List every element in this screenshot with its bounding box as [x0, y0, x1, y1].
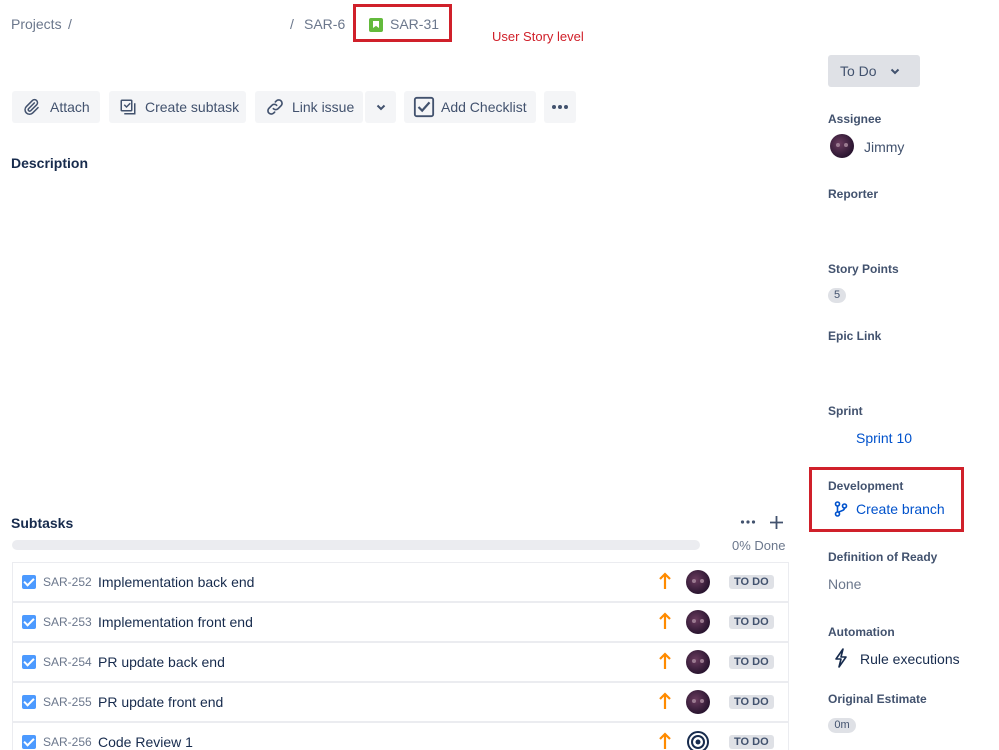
unassigned-avatar-icon[interactable]: [686, 730, 710, 750]
assignee-label: Assignee: [828, 112, 882, 126]
priority-high-icon: [659, 572, 671, 589]
story-points-label: Story Points: [828, 262, 899, 276]
subtask-assignee-avatar[interactable]: [686, 690, 710, 714]
subtask-summary[interactable]: Code Review 1: [98, 734, 193, 750]
description-heading: Description: [11, 155, 89, 171]
rule-executions-link[interactable]: Rule executions: [860, 651, 960, 667]
epic-link-label: Epic Link: [828, 329, 882, 343]
add-checklist-label: Add Checklist: [441, 99, 527, 115]
assignee-name[interactable]: Jimmy: [864, 139, 904, 155]
chevron-down-icon: [890, 68, 899, 75]
subtask-row[interactable]: SAR-254 PR update back end TO DO: [12, 642, 789, 682]
add-subtask-icon[interactable]: [769, 515, 784, 530]
link-issue-dropdown-button[interactable]: [365, 91, 396, 123]
definition-of-ready-label: Definition of Ready: [828, 550, 938, 564]
subtask-key[interactable]: SAR-252: [43, 575, 92, 589]
add-checklist-button[interactable]: Add Checklist: [404, 91, 536, 123]
subtask-key[interactable]: SAR-256: [43, 735, 92, 749]
create-subtask-button[interactable]: Create subtask: [109, 91, 246, 123]
subtask-status-badge[interactable]: TO DO: [729, 575, 774, 589]
story-icon: [369, 17, 383, 33]
sprint-value-link[interactable]: Sprint 10: [856, 430, 912, 446]
annotation-user-story-level: User Story level: [492, 29, 584, 44]
priority-high-icon: [659, 612, 671, 629]
attach-button[interactable]: Attach: [12, 91, 100, 123]
breadcrumb-parent-issue[interactable]: SAR-6: [304, 16, 345, 32]
automation-label: Automation: [828, 625, 895, 639]
subtask-row[interactable]: SAR-252 Implementation back end TO DO: [12, 562, 789, 602]
subtasks-progress-label: 0% Done: [732, 538, 786, 553]
subtask-type-icon: [22, 615, 36, 629]
subtasks-heading: Subtasks: [11, 515, 74, 531]
more-icon: [552, 105, 568, 109]
status-dropdown-button[interactable]: To Do: [828, 55, 920, 87]
create-subtask-label: Create subtask: [145, 99, 240, 115]
original-estimate-value[interactable]: 0m: [828, 718, 856, 733]
breadcrumb-projects[interactable]: Projects: [11, 16, 62, 32]
definition-of-ready-value[interactable]: None: [828, 576, 861, 592]
status-label: To Do: [840, 63, 877, 79]
subtask-row[interactable]: SAR-255 PR update front end TO DO: [12, 682, 789, 722]
subtask-summary[interactable]: Implementation front end: [98, 614, 253, 630]
reporter-label: Reporter: [828, 187, 879, 201]
sprint-label: Sprint: [828, 404, 863, 418]
link-issue-label: Link issue: [292, 99, 355, 115]
subtask-type-icon: [22, 695, 36, 709]
priority-high-icon: [659, 692, 671, 709]
subtask-status-badge[interactable]: TO DO: [729, 655, 774, 669]
more-icon[interactable]: [740, 519, 756, 525]
checklist-icon: [413, 96, 435, 118]
more-actions-button[interactable]: [544, 91, 576, 123]
subtask-summary[interactable]: PR update back end: [98, 654, 225, 670]
subtask-type-icon: [22, 735, 36, 749]
create-branch-link[interactable]: Create branch: [856, 501, 945, 517]
subtask-summary[interactable]: PR update front end: [98, 694, 223, 710]
subtask-key[interactable]: SAR-254: [43, 655, 92, 669]
priority-high-icon: [659, 652, 671, 669]
subtask-type-icon: [22, 655, 36, 669]
subtask-assignee-avatar[interactable]: [686, 610, 710, 634]
priority-high-icon: [659, 732, 671, 749]
description-field[interactable]: [11, 180, 791, 480]
subtask-key[interactable]: SAR-253: [43, 615, 92, 629]
subtask-icon: [120, 99, 136, 115]
attach-label: Attach: [50, 99, 90, 115]
lightning-bolt-icon: [835, 648, 847, 668]
assignee-avatar[interactable]: [830, 134, 854, 158]
subtask-status-badge[interactable]: TO DO: [729, 695, 774, 709]
link-issue-button[interactable]: Link issue: [255, 91, 363, 123]
subtask-status-badge[interactable]: TO DO: [729, 615, 774, 629]
subtask-key[interactable]: SAR-255: [43, 695, 92, 709]
subtask-type-icon: [22, 575, 36, 589]
subtask-summary[interactable]: Implementation back end: [98, 574, 254, 590]
breadcrumb-separator: /: [290, 16, 294, 32]
paperclip-icon: [24, 98, 39, 115]
breadcrumb-separator: /: [68, 16, 72, 32]
highlight-box-development: [809, 467, 964, 532]
subtask-assignee-avatar[interactable]: [686, 650, 710, 674]
subtask-assignee-avatar[interactable]: [686, 570, 710, 594]
subtasks-progress-bar: [12, 540, 700, 550]
story-points-value[interactable]: 5: [828, 288, 846, 303]
branch-icon: [834, 501, 848, 517]
link-icon: [267, 99, 283, 115]
subtask-row[interactable]: SAR-256 Code Review 1 TO DO: [12, 722, 789, 750]
subtask-status-badge[interactable]: TO DO: [729, 735, 774, 749]
original-estimate-label: Original Estimate: [828, 692, 927, 706]
subtask-row[interactable]: SAR-253 Implementation front end TO DO: [12, 602, 789, 642]
breadcrumb-current-issue[interactable]: SAR-31: [390, 16, 439, 32]
chevron-down-icon: [376, 104, 385, 111]
development-label: Development: [828, 479, 904, 493]
